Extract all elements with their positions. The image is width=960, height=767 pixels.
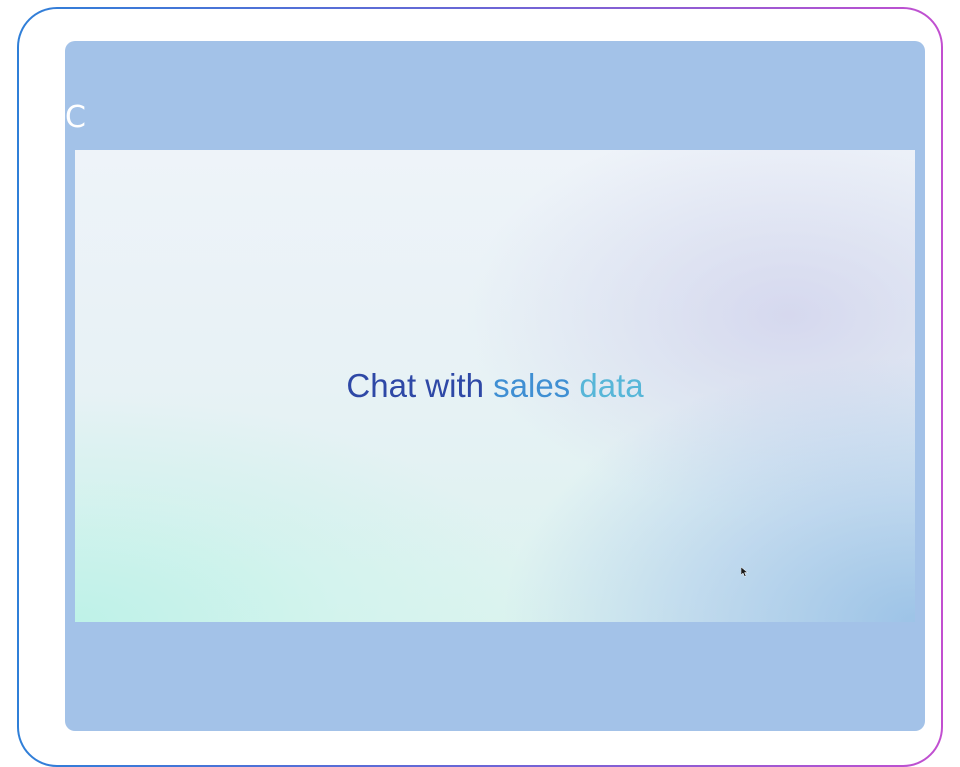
panel-corner-letter: C <box>65 100 86 135</box>
slide-title: Chat with sales data <box>75 366 915 406</box>
slide-title-part-2: sales <box>493 367 571 404</box>
slide-title-part-1: Chat with <box>346 367 484 404</box>
mouse-pointer-icon <box>741 567 749 577</box>
slide-title-part-3: data <box>579 367 644 404</box>
video-frame[interactable]: Chat with sales data <box>75 150 915 622</box>
